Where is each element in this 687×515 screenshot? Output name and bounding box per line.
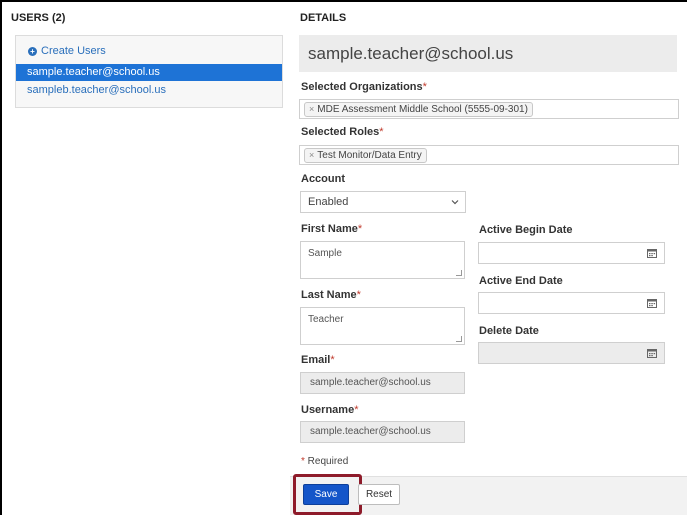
users-heading: USERS (2) <box>11 12 66 24</box>
role-tag-label: Test Monitor/Data Entry <box>317 150 422 161</box>
create-users-link[interactable]: + Create Users <box>28 45 106 57</box>
user-list-item-selected[interactable]: sample.teacher@school.us <box>16 64 282 81</box>
first-name-input[interactable]: Sample <box>300 241 465 279</box>
organization-tag: × MDE Assessment Middle School (5555-09-… <box>304 102 533 117</box>
username-field: sample.teacher@school.us <box>300 421 465 443</box>
calendar-icon[interactable] <box>647 298 657 308</box>
save-button[interactable]: Save <box>303 484 349 505</box>
calendar-icon <box>647 349 657 358</box>
delete-date-label: Delete Date <box>479 325 539 337</box>
roles-label: Selected Roles* <box>301 126 384 138</box>
details-heading: DETAILS <box>300 12 347 24</box>
first-name-value: Sample <box>308 248 342 259</box>
email-field: sample.teacher@school.us <box>300 372 465 394</box>
remove-tag-icon[interactable]: × <box>309 103 314 116</box>
remove-tag-icon[interactable]: × <box>309 149 314 162</box>
chevron-down-icon <box>451 200 459 205</box>
first-name-label: First Name* <box>301 223 363 235</box>
email-label: Email* <box>301 354 335 366</box>
username-label: Username* <box>301 404 359 416</box>
role-tag: × Test Monitor/Data Entry <box>304 148 427 163</box>
active-begin-date-label: Active Begin Date <box>479 224 573 236</box>
organizations-label: Selected Organizations* <box>301 81 427 93</box>
resize-handle-icon[interactable] <box>456 336 462 342</box>
organizations-field[interactable]: × MDE Assessment Middle School (5555-09-… <box>299 99 679 119</box>
account-select-value: Enabled <box>308 196 349 208</box>
active-end-date-label: Active End Date <box>479 275 563 287</box>
create-users-label: Create Users <box>41 45 106 57</box>
active-begin-date-input[interactable] <box>478 242 665 264</box>
organization-tag-label: MDE Assessment Middle School (5555-09-30… <box>317 104 528 115</box>
users-list: + Create Users sample.teacher@school.us … <box>15 35 283 108</box>
last-name-input[interactable]: Teacher <box>300 307 465 345</box>
plus-circle-icon: + <box>28 46 37 56</box>
last-name-value: Teacher <box>308 314 344 325</box>
required-note: * Required <box>301 456 349 467</box>
resize-handle-icon[interactable] <box>456 270 462 276</box>
delete-date-input <box>478 342 665 364</box>
roles-field[interactable]: × Test Monitor/Data Entry <box>299 145 679 165</box>
selected-user-title: sample.teacher@school.us <box>299 35 677 72</box>
last-name-label: Last Name* <box>301 289 361 301</box>
user-list-item[interactable]: sampleb.teacher@school.us <box>16 82 282 99</box>
calendar-icon[interactable] <box>647 248 657 258</box>
account-select[interactable]: Enabled <box>300 191 466 213</box>
account-label: Account <box>301 173 345 185</box>
active-end-date-input[interactable] <box>478 292 665 314</box>
reset-button[interactable]: Reset <box>358 484 400 505</box>
